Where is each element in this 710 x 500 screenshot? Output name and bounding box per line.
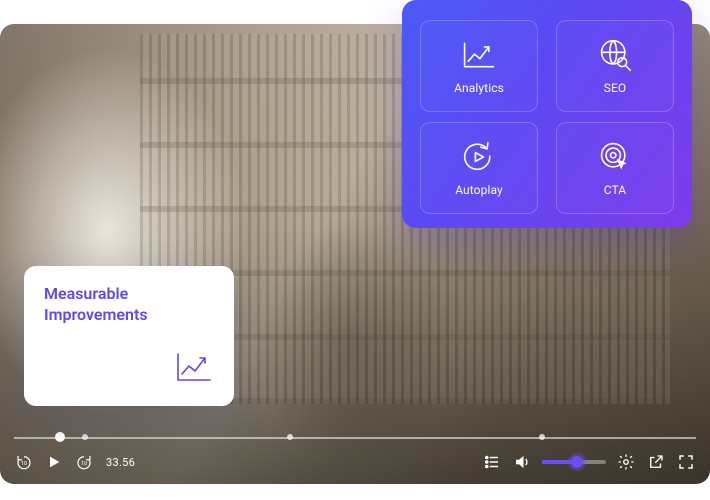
feature-panel: Analytics SEO Autoplay <box>402 0 692 228</box>
settings-button[interactable] <box>616 452 636 472</box>
improvements-title-line: Measurable <box>44 284 214 305</box>
fullscreen-button[interactable] <box>676 452 696 472</box>
player-bar: 10 10 33.56 <box>0 428 710 484</box>
globe-search-icon <box>597 37 633 73</box>
chapter-marker[interactable] <box>539 434 545 440</box>
feature-seo[interactable]: SEO <box>556 20 674 112</box>
feature-autoplay[interactable]: Autoplay <box>420 122 538 214</box>
volume-button[interactable] <box>512 452 532 472</box>
target-click-icon <box>597 139 633 175</box>
svg-text:10: 10 <box>21 461 27 467</box>
feature-label: CTA <box>604 183 626 197</box>
share-button[interactable] <box>646 452 666 472</box>
feature-label: Analytics <box>454 81 504 95</box>
feature-label: Autoplay <box>455 183 503 197</box>
forward-10-button[interactable]: 10 <box>74 452 94 472</box>
volume-slider[interactable] <box>542 460 606 464</box>
replay-play-icon <box>461 139 497 175</box>
rewind-10-button[interactable]: 10 <box>14 452 34 472</box>
feature-label: SEO <box>604 81 627 95</box>
controls-row: 10 10 33.56 <box>14 446 696 478</box>
feature-cta[interactable]: CTA <box>556 122 674 214</box>
time-display: 33.56 <box>106 456 135 469</box>
improvements-card: Measurable Improvements <box>24 266 234 406</box>
volume-knob[interactable] <box>571 456 583 468</box>
play-button[interactable] <box>44 452 64 472</box>
improvements-title-line: Improvements <box>44 305 214 326</box>
progress-track[interactable] <box>14 428 696 446</box>
feature-analytics[interactable]: Analytics <box>420 20 538 112</box>
svg-text:10: 10 <box>81 461 87 467</box>
chapters-button[interactable] <box>482 452 502 472</box>
improvements-title: Measurable Improvements <box>44 284 214 326</box>
progress-line <box>14 437 696 439</box>
progress-playhead[interactable] <box>55 432 65 442</box>
chapter-marker[interactable] <box>287 434 293 440</box>
chart-up-icon <box>174 350 214 388</box>
chapter-marker[interactable] <box>82 434 88 440</box>
chart-up-icon <box>461 37 497 73</box>
